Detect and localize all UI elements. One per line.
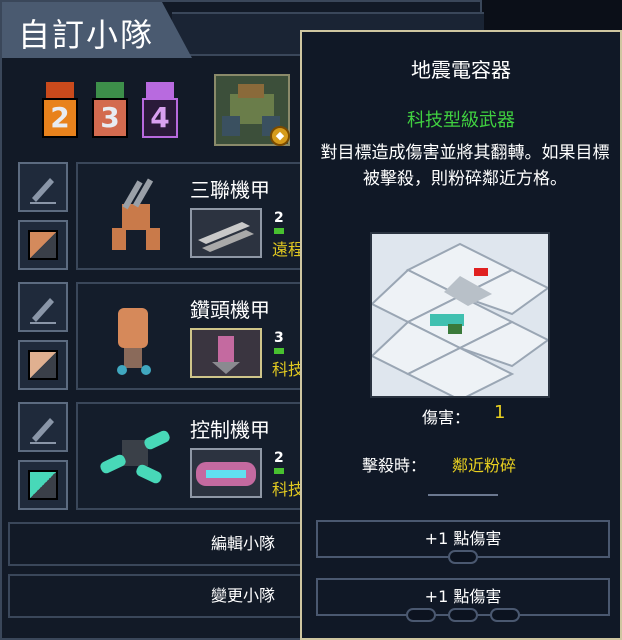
weapon-name: 地震電容器	[411, 58, 511, 82]
tooltip-divider	[428, 494, 498, 496]
mech-color-button[interactable]	[18, 220, 68, 270]
weapon-level: 2	[274, 450, 284, 466]
damage-label: 傷害：	[422, 408, 471, 427]
weapon-slot[interactable]	[190, 208, 262, 258]
upgrade-pip	[448, 608, 478, 622]
weapon-power-bar	[274, 468, 284, 474]
weapon-slot[interactable]	[190, 448, 262, 498]
upgrade-pip	[490, 608, 520, 622]
rename-mech-button[interactable]	[18, 282, 68, 332]
quake-weapon-icon	[192, 330, 260, 376]
coin-badge: ◆	[270, 126, 290, 146]
medal-number: 4	[142, 98, 178, 138]
mech-name: 鑽頭機甲	[190, 298, 270, 322]
squad-title-tab: 自訂小隊	[2, 2, 192, 58]
artillery-mech-icon	[112, 178, 160, 250]
preview-grid-icon	[372, 242, 548, 396]
drill-mech-icon	[117, 308, 151, 375]
medal-3: 3	[90, 82, 130, 142]
weapon-level: 3	[274, 330, 284, 346]
rename-mech-button[interactable]	[18, 402, 68, 452]
medal-2: 2	[40, 82, 80, 142]
medal-number: 3	[92, 98, 128, 138]
mech-name: 控制機甲	[190, 418, 270, 442]
mech-color-button[interactable]	[18, 460, 68, 510]
upgrade-pip	[448, 550, 478, 564]
squad-title: 自訂小隊	[18, 16, 155, 54]
on-kill-value: 鄰近粉碎	[452, 456, 517, 475]
rename-mech-button[interactable]	[18, 162, 68, 212]
color-swatch-icon	[28, 470, 58, 500]
missile-weapon-icon	[198, 222, 254, 252]
on-kill-label: 擊殺時：	[362, 456, 427, 475]
weapon-description: 對目標造成傷害並將其翻轉。如果目標被擊殺，則粉碎鄰近方格。	[320, 143, 610, 189]
weapon-level: 2	[274, 210, 284, 226]
weapon-slot-selected[interactable]	[190, 328, 262, 378]
medal-4: 4	[140, 82, 180, 142]
weapon-class: 科技型級武器	[407, 110, 515, 131]
color-swatch-icon	[28, 230, 58, 260]
upgrade-pip	[406, 608, 436, 622]
control-weapon-icon	[196, 462, 256, 486]
weapon-power-bar	[274, 348, 284, 354]
color-swatch-icon	[28, 350, 58, 380]
medal-number: 2	[42, 98, 78, 138]
mech-name: 三聯機甲	[190, 178, 270, 202]
weapon-tooltip: 地震電容器 科技型級武器 對目標造成傷害並將其翻轉。如果目標被擊殺，則粉碎鄰近方…	[300, 30, 622, 640]
weapon-power-bar	[274, 228, 284, 234]
weapon-preview	[370, 232, 550, 398]
control-mech-icon	[100, 430, 170, 484]
pilot-portrait[interactable]: ◆	[214, 74, 290, 146]
pencil-icon	[30, 298, 56, 324]
damage-value: 1	[494, 402, 506, 423]
pencil-icon	[30, 178, 56, 204]
mech-color-button[interactable]	[18, 340, 68, 390]
pencil-icon	[30, 418, 56, 444]
